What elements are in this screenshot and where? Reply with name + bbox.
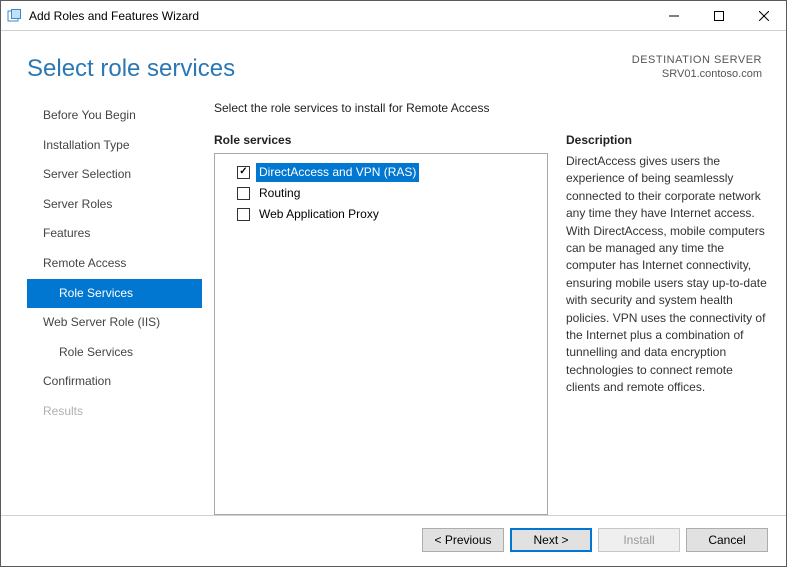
window-controls <box>651 1 786 30</box>
role-service-label: Routing <box>256 184 303 203</box>
checkbox[interactable] <box>237 187 250 200</box>
nav-item[interactable]: Features <box>27 219 202 249</box>
window-title: Add Roles and Features Wizard <box>29 9 199 23</box>
titlebar: Add Roles and Features Wizard <box>1 1 786 31</box>
nav-item[interactable]: Remote Access <box>27 249 202 279</box>
role-service-label: Web Application Proxy <box>256 205 382 224</box>
close-button[interactable] <box>741 1 786 30</box>
role-service-item[interactable]: Routing <box>221 183 541 204</box>
nav-item[interactable]: Installation Type <box>27 131 202 161</box>
nav-item[interactable]: Before You Begin <box>27 101 202 131</box>
description-text: DirectAccess gives users the experience … <box>566 153 768 396</box>
next-button[interactable]: Next > <box>510 528 592 552</box>
install-button[interactable]: Install <box>598 528 680 552</box>
body: Before You BeginInstallation TypeServer … <box>1 93 786 515</box>
header: Select role services DESTINATION SERVER … <box>1 31 786 93</box>
checkbox[interactable] <box>237 208 250 221</box>
nav-item[interactable]: Role Services <box>27 338 202 368</box>
footer: < Previous Next > Install Cancel <box>1 515 786 566</box>
previous-button[interactable]: < Previous <box>422 528 504 552</box>
role-service-item[interactable]: DirectAccess and VPN (RAS) <box>221 162 541 183</box>
checkbox[interactable] <box>237 166 250 179</box>
nav-item: Results <box>27 397 202 427</box>
content-columns: Role services DirectAccess and VPN (RAS)… <box>214 133 768 515</box>
nav-item[interactable]: Role Services <box>27 279 202 309</box>
nav-item[interactable]: Confirmation <box>27 367 202 397</box>
role-service-item[interactable]: Web Application Proxy <box>221 204 541 225</box>
app-icon <box>7 8 23 24</box>
maximize-button[interactable] <box>696 1 741 30</box>
description-column: Description DirectAccess gives users the… <box>566 133 768 515</box>
page-title: Select role services <box>27 55 632 83</box>
description-label: Description <box>566 133 768 147</box>
nav-item[interactable]: Server Roles <box>27 190 202 220</box>
nav-item[interactable]: Server Selection <box>27 160 202 190</box>
instruction-text: Select the role services to install for … <box>214 101 768 115</box>
cancel-button[interactable]: Cancel <box>686 528 768 552</box>
nav-sidebar: Before You BeginInstallation TypeServer … <box>27 93 202 515</box>
role-services-column: Role services DirectAccess and VPN (RAS)… <box>214 133 548 515</box>
role-services-tree[interactable]: DirectAccess and VPN (RAS) Routing Web App… <box>214 153 548 515</box>
destination-value: SRV01.contoso.com <box>632 67 762 81</box>
role-service-label: DirectAccess and VPN (RAS) <box>256 163 419 182</box>
wizard-window: Add Roles and Features Wizard Select rol… <box>0 0 787 567</box>
nav-item[interactable]: Web Server Role (IIS) <box>27 308 202 338</box>
destination-label: DESTINATION SERVER <box>632 53 762 67</box>
minimize-button[interactable] <box>651 1 696 30</box>
role-services-label: Role services <box>214 133 548 147</box>
destination-server: DESTINATION SERVER SRV01.contoso.com <box>632 51 762 82</box>
main-panel: Select the role services to install for … <box>202 93 768 515</box>
